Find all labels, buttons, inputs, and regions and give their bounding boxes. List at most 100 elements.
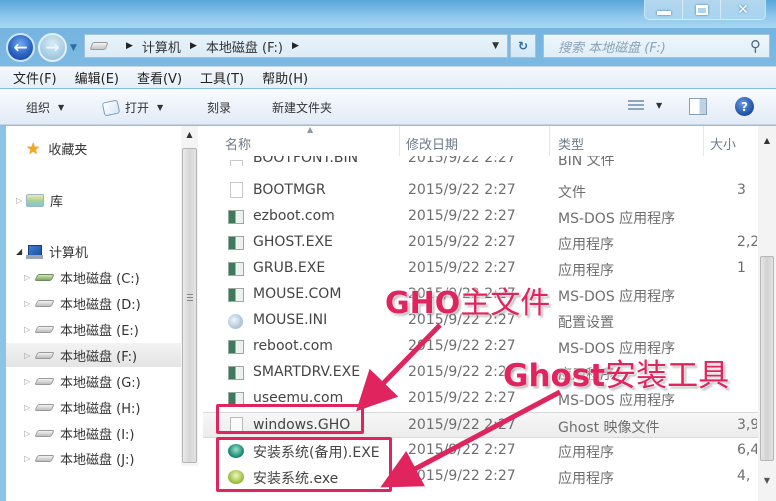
sidebar-item-label: 本地磁盘 (J:) bbox=[60, 453, 135, 468]
help-icon[interactable]: ? bbox=[735, 97, 754, 116]
file-doc-icon bbox=[230, 160, 243, 166]
forward-arrow-icon: → bbox=[45, 37, 60, 58]
search-input[interactable]: 搜索 本地磁盘 (F:) ⚲ bbox=[543, 34, 770, 58]
expand-icon[interactable]: ▷ bbox=[24, 299, 34, 308]
sidebar-item-drive-c[interactable]: ▷ 本地磁盘 (C:) bbox=[24, 268, 140, 287]
file-type: MS-DOS 应用程序 bbox=[558, 289, 676, 305]
file-date: 2015/9/22 2:27 bbox=[408, 364, 516, 380]
file-name: ezboot.com bbox=[253, 208, 335, 224]
file-name: BOOTMGR bbox=[253, 182, 326, 198]
preview-pane-icon[interactable] bbox=[689, 98, 707, 115]
column-divider[interactable] bbox=[399, 126, 400, 156]
burn-button[interactable]: 刻录 bbox=[207, 99, 231, 116]
sidebar-item-drive-f[interactable]: ▷ 本地磁盘 (F:) bbox=[6, 343, 181, 367]
organize-button[interactable]: 组织 ▼ bbox=[26, 99, 64, 116]
address-bar[interactable]: ▶ 计算机 ▶ 本地磁盘 (F:) ▶ ▼ bbox=[84, 34, 508, 58]
column-header-size[interactable]: 大小 bbox=[710, 134, 736, 153]
sidebar-item-label: 本地磁盘 (G:) bbox=[60, 376, 141, 391]
breadcrumb-drive-f[interactable]: 本地磁盘 (F:) bbox=[206, 37, 283, 56]
file-type: 应用程序 bbox=[558, 263, 614, 279]
change-view-icon[interactable] bbox=[628, 100, 644, 112]
expand-icon[interactable]: ▷ bbox=[24, 377, 34, 386]
scroll-down-icon[interactable]: ▼ bbox=[758, 476, 776, 485]
sidebar-item-favorites[interactable]: ★ 收藏夹 bbox=[26, 139, 87, 158]
annotation-gho-main-file: GHO主文件 bbox=[385, 278, 550, 322]
close-button[interactable]: ✕ bbox=[721, 0, 765, 19]
sidebar-item-label: 本地磁盘 (F:) bbox=[60, 349, 138, 365]
breadcrumb-separator[interactable]: ▶ bbox=[126, 41, 133, 51]
expand-icon[interactable]: ▷ bbox=[24, 454, 34, 463]
file-exe-icon bbox=[228, 262, 244, 276]
file-size: 1 bbox=[737, 260, 746, 276]
highlight-box-setup bbox=[216, 437, 392, 492]
file-name: reboot.com bbox=[253, 338, 333, 354]
expand-icon[interactable]: ▷ bbox=[24, 429, 34, 438]
column-header-date[interactable]: 修改日期 bbox=[406, 134, 458, 153]
menu-help[interactable]: 帮助(H) bbox=[262, 68, 308, 87]
sidebar-item-label: 库 bbox=[50, 195, 64, 210]
file-name: MOUSE.COM bbox=[253, 286, 342, 302]
address-dropdown-button[interactable]: ▼ bbox=[492, 41, 499, 51]
minimize-button[interactable] bbox=[645, 0, 683, 19]
column-divider[interactable] bbox=[703, 126, 704, 156]
library-icon bbox=[26, 194, 44, 207]
expand-icon[interactable]: ▷ bbox=[24, 273, 34, 282]
back-button[interactable]: ← bbox=[6, 33, 35, 62]
breadcrumb-separator[interactable]: ▶ bbox=[190, 41, 197, 51]
expand-icon[interactable]: ▷ bbox=[24, 325, 34, 334]
file-row[interactable]: GHOST.EXE 2015/9/22 2:27 应用程序 2,2 bbox=[203, 230, 758, 256]
navigation-pane-scrollbar[interactable]: ▲ bbox=[181, 126, 198, 466]
sidebar-item-drive-g[interactable]: ▷ 本地磁盘 (G:) bbox=[24, 372, 141, 391]
breadcrumb-separator[interactable]: ▶ bbox=[292, 41, 299, 51]
file-date: 2015/9/22 2:27 bbox=[408, 442, 516, 458]
forward-button[interactable]: → bbox=[38, 33, 67, 62]
scrollbar-thumb[interactable] bbox=[182, 148, 197, 463]
refresh-icon: ↻ bbox=[517, 39, 529, 53]
open-button[interactable]: 打开 ▼ bbox=[101, 98, 163, 117]
organize-label: 组织 bbox=[26, 101, 51, 115]
file-row[interactable]: BOOTMGR 2015/9/22 2:27 文件 3 bbox=[203, 178, 758, 204]
expand-icon[interactable]: ▷ bbox=[24, 403, 34, 412]
column-header-type[interactable]: 类型 bbox=[558, 134, 584, 153]
menu-view[interactable]: 查看(V) bbox=[137, 68, 182, 87]
computer-icon bbox=[26, 244, 43, 259]
file-size: 3 bbox=[737, 182, 746, 198]
search-icon[interactable]: ⚲ bbox=[750, 37, 761, 55]
sidebar-item-drive-h[interactable]: ▷ 本地磁盘 (H:) bbox=[24, 398, 140, 417]
sidebar-item-computer[interactable]: ◢ 计算机 bbox=[16, 242, 88, 261]
recent-pages-dropdown[interactable]: ▼ bbox=[70, 43, 77, 53]
file-ini-icon bbox=[228, 314, 243, 329]
refresh-button[interactable]: ↻ bbox=[510, 34, 536, 58]
scroll-up-icon[interactable]: ▲ bbox=[181, 130, 198, 139]
annotation-cjk: 安装工具 bbox=[605, 358, 730, 394]
maximize-button[interactable] bbox=[683, 0, 721, 19]
menu-tools[interactable]: 工具(T) bbox=[200, 68, 244, 87]
new-folder-button[interactable]: 新建文件夹 bbox=[272, 99, 332, 116]
collapse-icon[interactable]: ◢ bbox=[16, 247, 26, 256]
sidebar-item-drive-i[interactable]: ▷ 本地磁盘 (I:) bbox=[24, 424, 135, 443]
command-bar: 组织 ▼ 打开 ▼ 刻录 新建文件夹 ▼ ? bbox=[0, 89, 776, 125]
sidebar-item-libraries[interactable]: ▷ 库 bbox=[16, 191, 63, 210]
menu-edit[interactable]: 编辑(E) bbox=[75, 68, 119, 87]
expand-icon[interactable]: ▷ bbox=[24, 351, 34, 360]
annotation-ghost-installer: Ghost安装工具 bbox=[503, 350, 729, 395]
scrollbar-thumb[interactable] bbox=[760, 256, 774, 461]
expand-icon[interactable]: ▷ bbox=[16, 196, 26, 205]
file-type: Ghost 映像文件 bbox=[558, 420, 660, 436]
file-row[interactable]: BOOTFONT.BIN 2015/9/22 2:27 BIN 文件 bbox=[203, 156, 758, 166]
file-type: 应用程序 bbox=[558, 445, 614, 461]
sidebar-item-drive-d[interactable]: ▷ 本地磁盘 (D:) bbox=[24, 294, 141, 313]
scroll-up-icon[interactable]: ▲ bbox=[758, 136, 776, 145]
column-header-name[interactable]: 名称 bbox=[225, 134, 251, 153]
file-list-scrollbar[interactable]: ▲ ▼ bbox=[758, 126, 776, 501]
menu-bar: 文件(F) 编辑(E) 查看(V) 工具(T) 帮助(H) bbox=[0, 66, 776, 88]
file-row[interactable]: ezboot.com 2015/9/22 2:27 MS-DOS 应用程序 bbox=[203, 204, 758, 230]
file-type: 应用程序 bbox=[558, 471, 614, 487]
sidebar-item-drive-e[interactable]: ▷ 本地磁盘 (E:) bbox=[24, 320, 139, 339]
sidebar-item-drive-j[interactable]: ▷ 本地磁盘 (J:) bbox=[24, 449, 135, 468]
views-dropdown[interactable]: ▼ bbox=[656, 101, 662, 110]
menu-file[interactable]: 文件(F) bbox=[13, 68, 57, 87]
file-name: MOUSE.INI bbox=[253, 312, 328, 328]
column-divider[interactable] bbox=[549, 126, 550, 156]
breadcrumb-computer[interactable]: 计算机 bbox=[142, 37, 181, 56]
